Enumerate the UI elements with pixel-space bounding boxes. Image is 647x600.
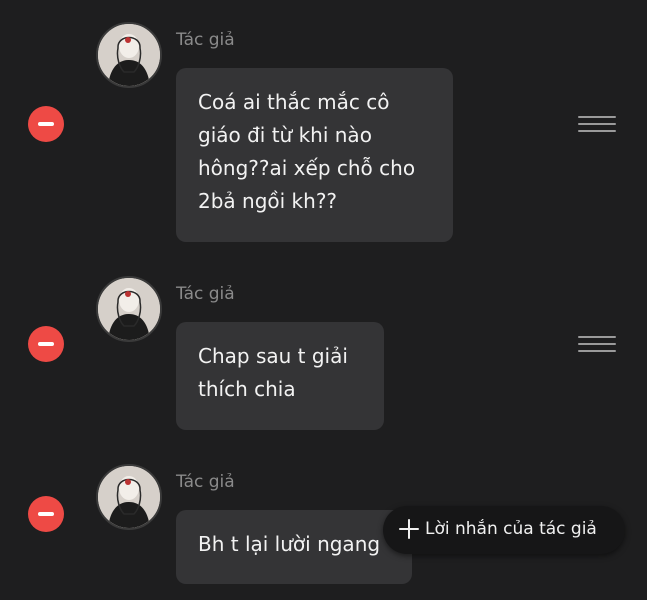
author-label: Tác giả xyxy=(176,284,235,304)
note-bubble: Coá ai thắc mắc cô giáo đi từ khi nào hô… xyxy=(176,68,453,242)
remove-note-button[interactable] xyxy=(28,326,64,362)
author-label: Tác giả xyxy=(176,30,235,50)
drag-handle-icon[interactable] xyxy=(578,334,616,354)
remove-note-button[interactable] xyxy=(28,106,64,142)
avatar xyxy=(96,276,162,342)
note-bubble: Bh t lại lười ngang xyxy=(176,510,412,584)
add-author-note-label: Lời nhắn của tác giả xyxy=(425,519,597,539)
avatar xyxy=(96,22,162,88)
author-label: Tác giả xyxy=(176,472,235,492)
drag-handle-icon[interactable] xyxy=(578,114,616,134)
remove-note-button[interactable] xyxy=(28,496,64,532)
plus-icon xyxy=(398,518,420,540)
avatar xyxy=(96,464,162,530)
add-author-note-button[interactable]: Lời nhắn của tác giả xyxy=(383,506,625,554)
note-bubble: Chap sau t giải thích chia xyxy=(176,322,384,430)
